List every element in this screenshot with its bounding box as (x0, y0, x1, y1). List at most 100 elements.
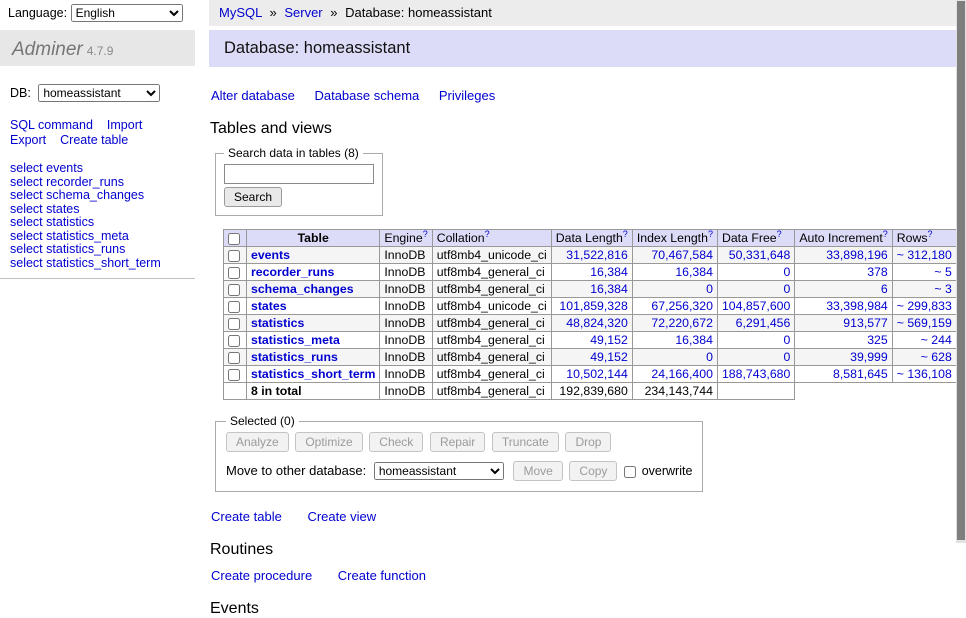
select-table-link[interactable]: select (10, 161, 43, 175)
optimize-button[interactable]: Optimize (295, 432, 362, 452)
table-structure-link[interactable]: statistics_meta (46, 229, 129, 243)
create-function-link[interactable]: Create function (338, 568, 426, 583)
table-structure-link[interactable]: statistics_runs (46, 242, 125, 256)
help-link-icon[interactable]: ? (777, 230, 782, 239)
data-free-link[interactable]: 0 (784, 350, 791, 364)
table-structure-link[interactable]: statistics_short_term (46, 256, 161, 270)
rows-count-link[interactable]: ~ 569,159 (897, 316, 952, 330)
auto-increment-link[interactable]: 39,999 (850, 350, 888, 364)
app-logo[interactable]: Adminer (12, 39, 83, 60)
rows-count-link[interactable]: ~ 312,180 (897, 248, 952, 262)
data-length-link[interactable]: 49,152 (590, 350, 628, 364)
table-name-link[interactable]: statistics_meta (251, 333, 340, 347)
data-length-link[interactable]: 10,502,144 (566, 367, 628, 381)
auto-increment-link[interactable]: 8,581,645 (833, 367, 888, 381)
row-checkbox[interactable] (228, 284, 240, 296)
select-table-link[interactable]: select (10, 256, 43, 270)
data-length-link[interactable]: 16,384 (590, 282, 628, 296)
select-table-link[interactable]: select (10, 215, 43, 229)
data-length-link[interactable]: 101,859,328 (559, 299, 627, 313)
auto-increment-link[interactable]: 913,577 (843, 316, 887, 330)
index-length-link[interactable]: 16,384 (675, 333, 713, 347)
table-structure-link[interactable]: statistics (46, 215, 94, 229)
data-free-link[interactable]: 50,331,648 (729, 248, 791, 262)
table-name-link[interactable]: schema_changes (251, 282, 354, 296)
row-checkbox[interactable] (228, 352, 240, 364)
export-link[interactable]: Export (10, 133, 46, 147)
check-button[interactable]: Check (369, 432, 423, 452)
help-link-icon[interactable]: ? (623, 230, 628, 239)
import-link[interactable]: Import (107, 118, 142, 132)
index-length-link[interactable]: 72,220,672 (651, 316, 713, 330)
help-link-icon[interactable]: ? (883, 230, 888, 239)
move-database-select[interactable]: homeassistant (374, 462, 504, 480)
row-checkbox[interactable] (228, 335, 240, 347)
data-length-link[interactable]: 31,522,816 (566, 248, 628, 262)
table-structure-link[interactable]: states (46, 202, 79, 216)
auto-increment-link[interactable]: 33,398,984 (826, 299, 888, 313)
help-link-icon[interactable]: ? (423, 230, 428, 239)
table-name-link[interactable]: statistics (251, 316, 304, 330)
select-all-checkbox[interactable] (228, 233, 240, 245)
rows-count-link[interactable]: ~ 244 (921, 333, 952, 347)
create-view-link[interactable]: Create view (307, 509, 376, 524)
truncate-button[interactable]: Truncate (492, 432, 559, 452)
help-link-icon[interactable]: ? (708, 230, 713, 239)
select-table-link[interactable]: select (10, 229, 43, 243)
search-input[interactable] (224, 164, 374, 184)
table-name-link[interactable]: states (251, 299, 287, 313)
table-name-link[interactable]: statistics_short_term (251, 367, 375, 381)
overwrite-checkbox[interactable] (624, 466, 636, 478)
create-procedure-link[interactable]: Create procedure (211, 568, 312, 583)
move-button[interactable]: Move (513, 461, 562, 481)
vertical-scrollbar[interactable] (956, 0, 966, 543)
select-table-link[interactable]: select (10, 242, 43, 256)
row-checkbox[interactable] (228, 301, 240, 313)
table-structure-link[interactable]: recorder_runs (46, 175, 124, 189)
repair-button[interactable]: Repair (430, 432, 485, 452)
data-length-link[interactable]: 16,384 (590, 265, 628, 279)
help-link-icon[interactable]: ? (928, 230, 933, 239)
create-table-link[interactable]: Create table (211, 509, 282, 524)
data-free-link[interactable]: 0 (784, 265, 791, 279)
row-checkbox[interactable] (228, 250, 240, 262)
rows-count-link[interactable]: ~ 3 (934, 282, 951, 296)
create-table-nav-link[interactable]: Create table (60, 133, 128, 147)
privileges-link[interactable]: Privileges (439, 88, 495, 103)
auto-increment-link[interactable]: 378 (867, 265, 888, 279)
table-name-link[interactable]: statistics_runs (251, 350, 338, 364)
auto-increment-link[interactable]: 6 (881, 282, 888, 296)
row-checkbox[interactable] (228, 369, 240, 381)
copy-button[interactable]: Copy (569, 461, 617, 481)
data-free-link[interactable]: 0 (784, 333, 791, 347)
table-structure-link[interactable]: events (46, 161, 83, 175)
alter-database-link[interactable]: Alter database (211, 88, 295, 103)
data-length-link[interactable]: 48,824,320 (566, 316, 628, 330)
rows-count-link[interactable]: ~ 628 (921, 350, 952, 364)
table-name-link[interactable]: recorder_runs (251, 265, 334, 279)
auto-increment-link[interactable]: 33,898,196 (826, 248, 888, 262)
index-length-link[interactable]: 0 (706, 282, 713, 296)
search-button[interactable]: Search (224, 187, 282, 207)
row-checkbox[interactable] (228, 318, 240, 330)
auto-increment-link[interactable]: 325 (867, 333, 888, 347)
sql-command-link[interactable]: SQL command (10, 118, 93, 132)
analyze-button[interactable]: Analyze (226, 432, 289, 452)
index-length-link[interactable]: 0 (706, 350, 713, 364)
select-table-link[interactable]: select (10, 202, 43, 216)
select-table-link[interactable]: select (10, 175, 43, 189)
data-free-link[interactable]: 188,743,680 (722, 367, 790, 381)
rows-count-link[interactable]: ~ 299,833 (897, 299, 952, 313)
rows-count-link[interactable]: ~ 5 (934, 265, 951, 279)
data-free-link[interactable]: 104,857,600 (722, 299, 790, 313)
breadcrumb-server-link[interactable]: Server (284, 5, 322, 20)
drop-button[interactable]: Drop (565, 432, 611, 452)
data-free-link[interactable]: 0 (784, 282, 791, 296)
data-free-link[interactable]: 6,291,456 (736, 316, 791, 330)
index-length-link[interactable]: 24,166,400 (651, 367, 713, 381)
scrollbar-thumb[interactable] (957, 1, 965, 540)
language-select[interactable]: English (71, 4, 183, 22)
database-schema-link[interactable]: Database schema (314, 88, 419, 103)
index-length-link[interactable]: 70,467,584 (651, 248, 713, 262)
index-length-link[interactable]: 67,256,320 (651, 299, 713, 313)
